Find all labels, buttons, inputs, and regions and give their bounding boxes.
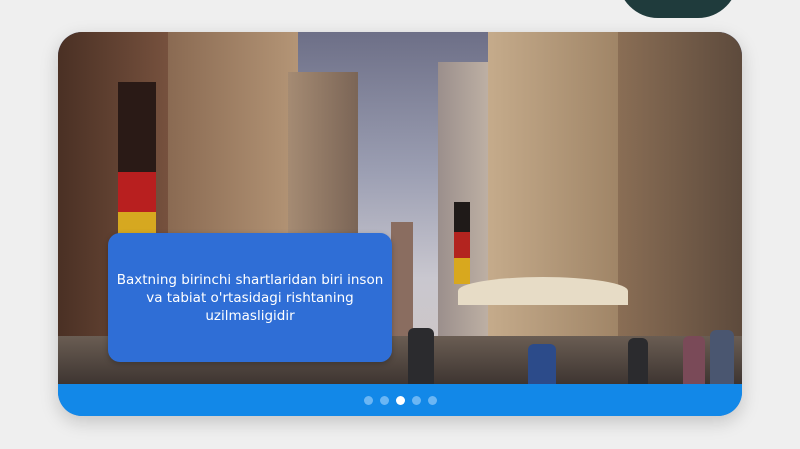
pagination-dots <box>58 384 742 416</box>
pagination-dot-1[interactable] <box>363 395 373 405</box>
slide-caption-text: Baxtning birinchi shartlaridan biri inso… <box>116 271 384 324</box>
pagination-dot-2[interactable] <box>379 395 389 405</box>
pagination-dot-4[interactable] <box>411 395 421 405</box>
decorative-corner-shape <box>618 0 738 18</box>
pagination-dot-5[interactable] <box>427 395 437 405</box>
slider-pagination-bar <box>58 384 742 416</box>
pagination-dot-3[interactable] <box>395 395 405 405</box>
slide-caption-box: Baxtning birinchi shartlaridan biri inso… <box>108 233 392 362</box>
